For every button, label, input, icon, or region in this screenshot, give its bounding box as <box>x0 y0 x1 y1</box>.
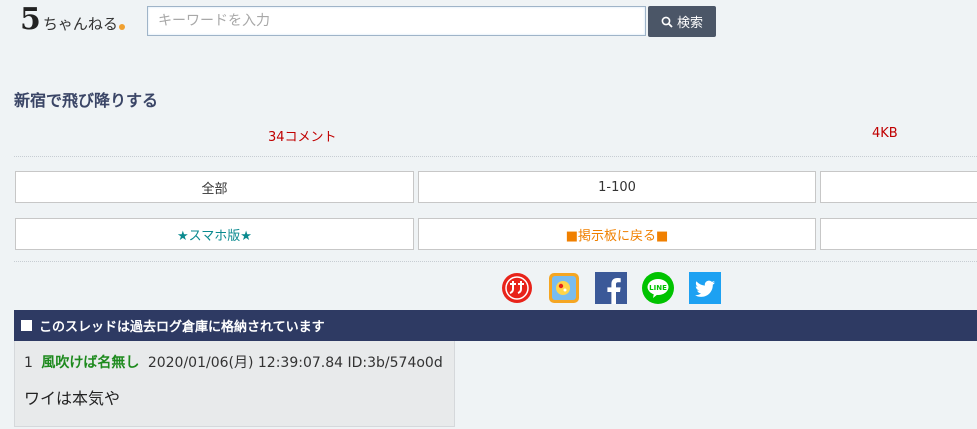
search-button-label: 検索 <box>676 16 703 31</box>
site-logo[interactable]: 5 ちゃんねる <box>20 2 125 37</box>
smartphone-version-button[interactable]: ★スマホ版★ <box>15 218 414 250</box>
logo-text: ちゃんねる <box>42 15 118 33</box>
site-header: 5 ちゃんねる 検索 <box>0 0 977 44</box>
twitter-icon[interactable] <box>689 272 721 304</box>
archive-notice-text: このスレッドは過去ログ倉庫に格納されています <box>39 320 325 335</box>
post-datetime: 2020/01/06(月) 12:39:07.84 <box>147 355 344 371</box>
chrome-extension-icon[interactable] <box>548 272 580 304</box>
nav-extra-button[interactable] <box>820 218 977 250</box>
logo-five: 5 <box>20 2 41 37</box>
nav-all-button[interactable]: 全部 <box>15 171 414 203</box>
svg-text:LINE: LINE <box>649 284 667 292</box>
search-button[interactable]: 検索 <box>648 6 716 37</box>
matome-icon[interactable] <box>501 272 533 304</box>
post-body: ワイは本気や <box>24 389 121 408</box>
search-input[interactable] <box>147 6 646 36</box>
back-to-board-button[interactable]: ■掲示板に戻る■ <box>418 218 816 250</box>
nav-next-button[interactable] <box>820 171 977 203</box>
thread-title: 新宿で飛び降りする <box>14 91 159 110</box>
divider <box>14 261 977 262</box>
archive-notice-bar: このスレッドは過去ログ倉庫に格納されています <box>14 310 977 341</box>
share-buttons: LINE <box>501 272 721 304</box>
divider <box>14 156 977 157</box>
nav-range-button[interactable]: 1-100 <box>418 171 816 203</box>
search-icon <box>661 16 673 28</box>
facebook-icon[interactable] <box>595 272 627 304</box>
logo-dot <box>118 24 125 30</box>
post-header: 1 風吹けば名無し 2020/01/06(月) 12:39:07.84 ID:3… <box>24 352 443 372</box>
post-item: 1 風吹けば名無し 2020/01/06(月) 12:39:07.84 ID:3… <box>14 341 455 427</box>
post-author-name: 風吹けば名無し <box>41 355 140 371</box>
post-number[interactable]: 1 <box>24 355 33 371</box>
comment-count: 34コメント <box>268 130 337 145</box>
line-icon[interactable]: LINE <box>642 272 674 304</box>
thread-size: 4KB <box>872 126 898 141</box>
post-id[interactable]: ID:3b/574o0d <box>348 355 443 371</box>
square-icon <box>21 320 32 331</box>
